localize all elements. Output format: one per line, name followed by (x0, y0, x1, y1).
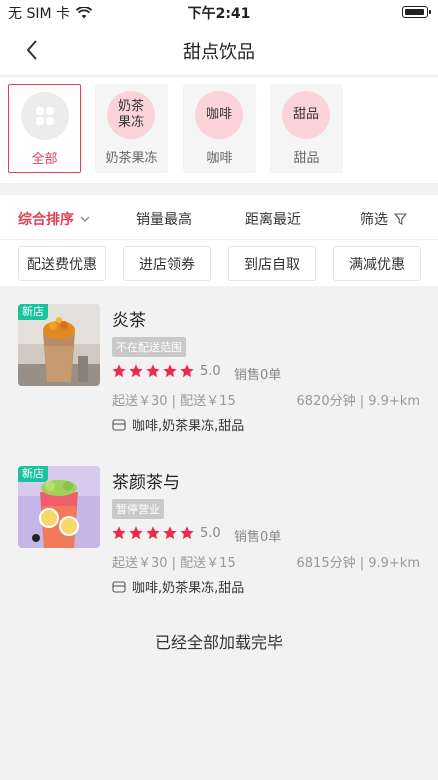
category-circle: 咖啡 (195, 91, 243, 139)
chip-coupon[interactable]: 进店领券 (123, 246, 211, 281)
chevron-down-icon (80, 216, 90, 222)
grid-icon (36, 107, 54, 125)
store-name: 茶颜茶与 (112, 473, 180, 493)
filter-icon (394, 213, 407, 225)
status-bar: 无 SIM 卡 下午2:41 (0, 0, 438, 24)
end-of-list-text: 已经全部加载完毕 (154, 633, 283, 652)
distance: 6815分钟 | 9.9+km (296, 556, 421, 571)
shop-icon (112, 580, 126, 593)
status-time: 下午2:41 (187, 6, 251, 22)
battery-icon (402, 6, 431, 18)
sort-distance[interactable]: 距离最近 (245, 209, 301, 229)
chip-delivery-discount[interactable]: 配送费优惠 (18, 246, 106, 281)
nav-bar: 甜点饮品 (0, 24, 438, 76)
store-card[interactable]: 新店 茶颜茶与 暂停营业 5.0 销售0单 起送￥30 | 配送￥15 6815… (0, 450, 438, 610)
categories-text: 咖啡,奶茶果冻,甜品 (132, 419, 245, 434)
distance: 6820分钟 | 9.9+km (296, 394, 421, 409)
shop-icon (112, 418, 126, 431)
sales-count: 销售0单 (234, 530, 282, 545)
star-rating (111, 525, 195, 541)
sort-label: 销量最高 (136, 212, 192, 228)
star-icon (163, 526, 177, 540)
sort-label: 综合排序 (18, 212, 74, 228)
new-store-badge: 新店 (18, 466, 48, 482)
star-icon (112, 526, 126, 540)
status-tag: 暂停营业 (112, 499, 164, 519)
sort-label: 距离最近 (245, 212, 301, 228)
delivery-fee: 起送￥30 | 配送￥15 (112, 556, 236, 571)
new-store-badge: 新店 (18, 304, 48, 320)
star-icon (180, 364, 194, 378)
sales-count: 销售0单 (234, 368, 282, 383)
star-icon (129, 364, 143, 378)
category-bar: 全部 奶茶果冻 奶茶果冻 咖啡 咖啡 甜品 甜品 (0, 77, 438, 183)
sort-comprehensive[interactable]: 综合排序 (18, 209, 90, 229)
category-label: 奶茶果冻 (105, 151, 158, 166)
star-icon (112, 364, 126, 378)
star-rating (111, 363, 195, 379)
chip-pickup[interactable]: 到店自取 (228, 246, 316, 281)
category-dessert[interactable]: 甜品 甜品 (270, 84, 343, 173)
store-categories: 咖啡,奶茶果冻,甜品 (112, 415, 244, 434)
sort-label: 筛选 (360, 212, 388, 228)
category-all-circle (21, 92, 69, 140)
page-title: 甜点饮品 (183, 42, 255, 63)
category-circle: 奶茶果冻 (107, 91, 155, 139)
rating-value: 5.0 (200, 526, 221, 541)
sort-sales[interactable]: 销量最高 (136, 209, 192, 229)
star-icon (163, 364, 177, 378)
star-icon (180, 526, 194, 540)
store-categories: 咖啡,奶茶果冻,甜品 (112, 577, 244, 596)
category-coffee[interactable]: 咖啡 咖啡 (183, 84, 256, 173)
store-card[interactable]: 新店 炎茶 不在配送范围 5.0 销售0单 起送￥30 | 配送￥15 6820… (0, 288, 438, 448)
category-milk-tea[interactable]: 奶茶果冻 奶茶果冻 (95, 84, 168, 173)
star-icon (146, 364, 160, 378)
delivery-fee: 起送￥30 | 配送￥15 (112, 394, 236, 409)
category-all[interactable]: 全部 (8, 84, 81, 173)
filter-chips: 配送费优惠 进店领券 到店自取 满减优惠 (0, 240, 438, 286)
star-icon (146, 526, 160, 540)
rating-value: 5.0 (200, 364, 221, 379)
sort-filter[interactable]: 筛选 (360, 209, 407, 229)
chip-full-reduction[interactable]: 满减优惠 (333, 246, 421, 281)
store-thumbnail: 新店 (18, 466, 100, 548)
categories-text: 咖啡,奶茶果冻,甜品 (132, 581, 245, 596)
category-circle: 甜品 (282, 91, 330, 139)
category-label: 咖啡 (206, 151, 233, 166)
status-tag: 不在配送范围 (112, 337, 186, 357)
sort-bar: 综合排序 销量最高 距离最近 筛选 (0, 195, 438, 240)
category-label: 全部 (31, 152, 58, 167)
store-name: 炎茶 (112, 311, 146, 331)
category-label: 甜品 (293, 151, 320, 166)
store-thumbnail: 新店 (18, 304, 100, 386)
star-icon (129, 526, 143, 540)
